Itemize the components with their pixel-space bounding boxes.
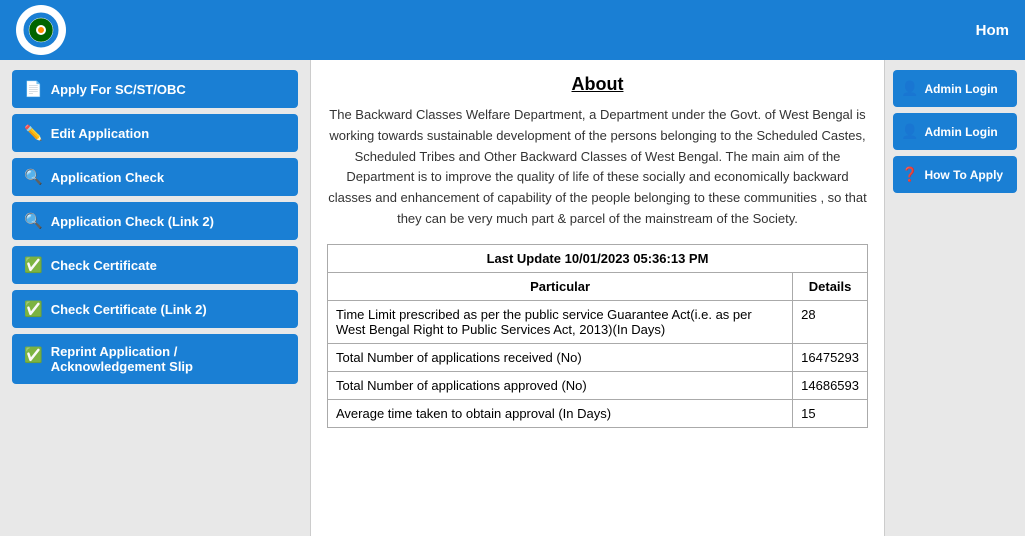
row2-particular: Total Number of applications received (N…: [328, 343, 793, 371]
table-row: Total Number of applications received (N…: [328, 343, 868, 371]
row2-details: 16475293: [793, 343, 868, 371]
sidebar-btn-check-certificate[interactable]: ✅ Check Certificate: [12, 246, 298, 284]
right-btn-how-to-apply[interactable]: ❓ How To Apply: [893, 156, 1017, 193]
user-icon-1: 👤: [901, 80, 918, 97]
row4-particular: Average time taken to obtain approval (I…: [328, 399, 793, 427]
user-icon-2: 👤: [901, 123, 918, 140]
site-logo: [16, 5, 66, 55]
right-btn-admin-login-2[interactable]: 👤 Admin Login: [893, 113, 1017, 150]
col-particular: Particular: [328, 272, 793, 300]
row3-particular: Total Number of applications approved (N…: [328, 371, 793, 399]
right-sidebar: 👤 Admin Login 👤 Admin Login ❓ How To App…: [885, 60, 1025, 536]
col-details: Details: [793, 272, 868, 300]
nav-home-link[interactable]: Hom: [976, 22, 1009, 39]
row1-details: 28: [793, 300, 868, 343]
main-layout: 📄 Apply For SC/ST/OBC ✏️ Edit Applicatio…: [0, 60, 1025, 536]
about-text: The Backward Classes Welfare Department,…: [327, 105, 868, 230]
info-table: Last Update 10/01/2023 05:36:13 PM Parti…: [327, 244, 868, 428]
check-icon: ✅: [24, 256, 43, 274]
table-row: Time Limit prescribed as per the public …: [328, 300, 868, 343]
sidebar-btn-reprint-application[interactable]: ✅ Reprint Application / Acknowledgement …: [12, 334, 298, 384]
question-icon: ❓: [901, 166, 918, 183]
right-btn-admin-login-1[interactable]: 👤 Admin Login: [893, 70, 1017, 107]
sidebar-btn-check-certificate-link2[interactable]: ✅ Check Certificate (Link 2): [12, 290, 298, 328]
table-row: Average time taken to obtain approval (I…: [328, 399, 868, 427]
check-icon-2: ✅: [24, 300, 43, 318]
row3-details: 14686593: [793, 371, 868, 399]
search-icon: 🔍: [24, 168, 43, 186]
last-update-row: Last Update 10/01/2023 05:36:13 PM: [328, 244, 868, 272]
row4-details: 15: [793, 399, 868, 427]
top-navbar: Hom: [0, 0, 1025, 60]
left-sidebar: 📄 Apply For SC/ST/OBC ✏️ Edit Applicatio…: [0, 60, 310, 536]
row1-particular: Time Limit prescribed as per the public …: [328, 300, 793, 343]
table-header-row: Particular Details: [328, 272, 868, 300]
sidebar-btn-application-check[interactable]: 🔍 Application Check: [12, 158, 298, 196]
sidebar-btn-apply-sc-st-obc[interactable]: 📄 Apply For SC/ST/OBC: [12, 70, 298, 108]
about-title: About: [327, 74, 868, 95]
sidebar-btn-application-check-link2[interactable]: 🔍 Application Check (Link 2): [12, 202, 298, 240]
table-row: Total Number of applications approved (N…: [328, 371, 868, 399]
reprint-icon: ✅: [24, 346, 43, 364]
search-icon-2: 🔍: [24, 212, 43, 230]
document-icon: 📄: [24, 80, 43, 98]
sidebar-btn-edit-application[interactable]: ✏️ Edit Application: [12, 114, 298, 152]
last-update-cell: Last Update 10/01/2023 05:36:13 PM: [328, 244, 868, 272]
center-content: About The Backward Classes Welfare Depar…: [310, 60, 885, 536]
edit-icon: ✏️: [24, 124, 43, 142]
